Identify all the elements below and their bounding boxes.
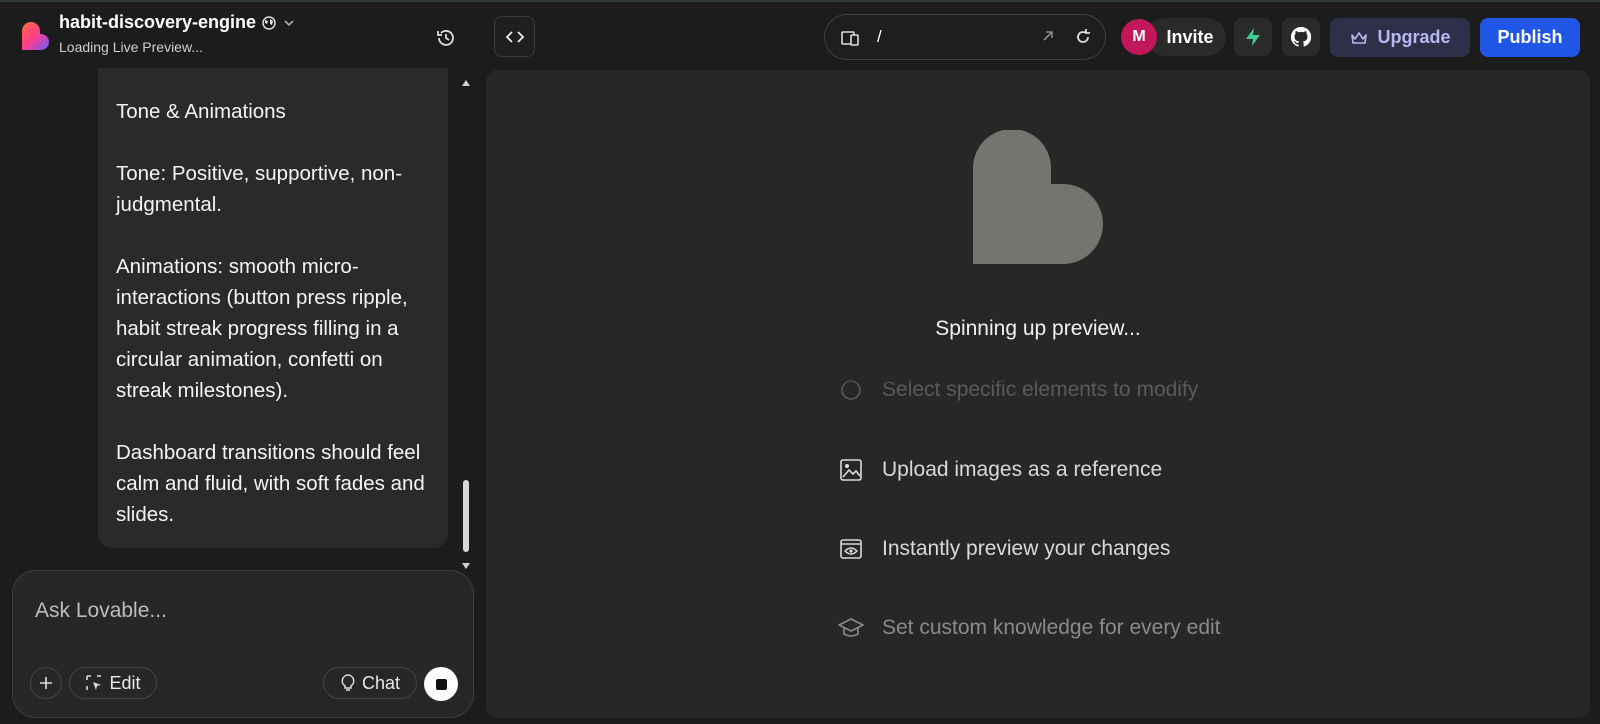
tip-item: Upload images as a reference [838,457,1162,483]
message-paragraph: Tone: Positive, supportive, non-judgment… [116,162,403,216]
preview-panel: Spinning up preview... Select specific e… [486,70,1590,718]
chat-input[interactable]: Ask Lovable... [35,599,167,623]
select-cursor-icon [86,675,102,690]
open-external-icon[interactable] [1039,27,1057,50]
preview-url-bar[interactable]: / [824,14,1106,60]
project-name[interactable]: habit-discovery-engine [59,12,296,33]
upgrade-button[interactable]: Upgrade [1330,18,1470,57]
tip-item: Instantly preview your changes [838,536,1170,562]
upgrade-label: Upgrade [1377,27,1451,47]
code-icon [505,30,524,43]
supabase-button[interactable] [1234,18,1272,56]
plus-icon [40,677,52,689]
scroll-up-arrow-icon[interactable] [462,73,470,91]
graduation-cap-icon [838,615,864,641]
message-paragraph: Tone & Animations [116,100,286,123]
invite-button[interactable]: Invite [1146,18,1226,56]
crown-icon [1351,31,1368,44]
message-paragraph: Dashboard transitions should feel calm a… [116,441,425,526]
chat-message: Tone & Animations Tone: Positive, suppor… [98,68,448,548]
bolt-icon [1246,28,1260,46]
chevron-down-icon[interactable] [282,16,296,30]
header: habit-discovery-engine Loading Live Prev… [0,2,1600,68]
fade-overlay [826,366,1326,384]
chat-mode-button[interactable]: Chat [323,667,417,699]
code-view-button[interactable] [494,16,535,57]
github-button[interactable] [1282,18,1320,56]
history-icon[interactable] [432,24,460,52]
loading-status: Spinning up preview... [935,317,1141,340]
stop-icon [435,678,447,690]
eye-window-icon [838,536,864,562]
scrollbar-thumb[interactable] [463,480,469,552]
project-status: Loading Live Preview... [59,39,203,55]
chat-composer[interactable]: Ask Lovable... Edit Chat [12,570,474,718]
edit-mode-button[interactable]: Edit [69,667,157,699]
github-icon [1290,26,1312,47]
message-paragraph: Animations: smooth micro-interactions (b… [116,255,408,402]
tip-text: Set custom knowledge for every edit [882,616,1221,639]
reload-icon[interactable] [1073,27,1093,52]
globe-icon [262,15,276,30]
edit-label: Edit [109,672,141,693]
lovable-logo-icon[interactable] [20,20,50,50]
publish-button[interactable]: Publish [1480,18,1580,57]
project-name-label: habit-discovery-engine [59,12,257,32]
avatar[interactable]: M [1121,19,1157,55]
url-path[interactable]: / [877,27,882,47]
lightbulb-icon [341,674,355,691]
stop-button[interactable] [424,667,458,701]
tip-item: Set custom knowledge for every edit [838,615,1221,641]
lovable-heart-icon [973,130,1103,264]
add-attachment-button[interactable] [30,667,62,699]
tip-text: Instantly preview your changes [882,537,1171,560]
scroll-down-arrow-icon[interactable] [462,556,470,574]
device-toggle-icon[interactable] [839,27,861,54]
chat-label: Chat [361,672,401,693]
image-icon [838,457,864,483]
tip-text: Upload images as a reference [882,458,1163,481]
